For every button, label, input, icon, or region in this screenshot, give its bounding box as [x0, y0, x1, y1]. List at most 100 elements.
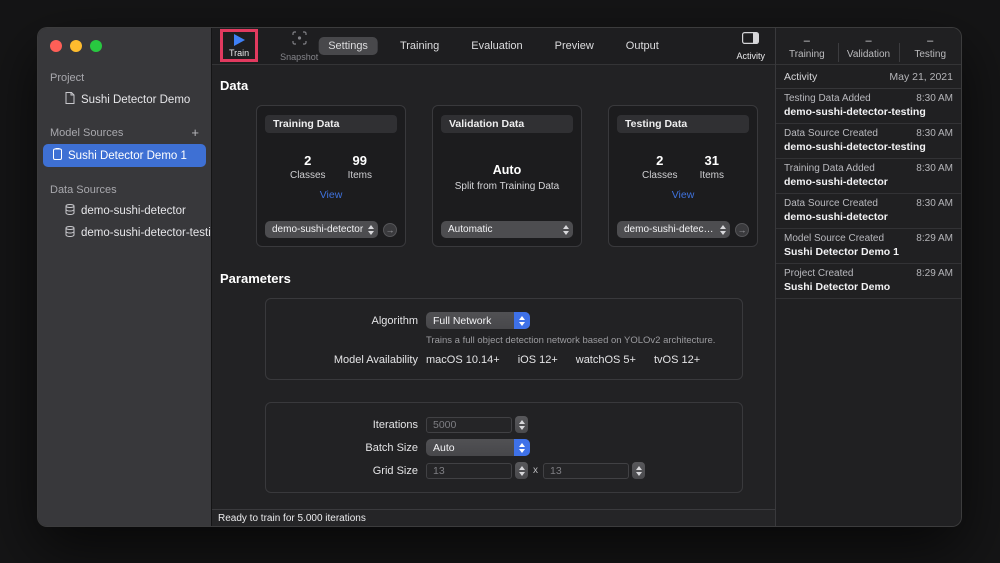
- iterations-stepper[interactable]: [515, 416, 528, 433]
- iterations-input[interactable]: 5000: [426, 417, 512, 433]
- open-training-source-button[interactable]: →: [383, 223, 397, 237]
- model-availability-label: Model Availability: [266, 354, 418, 366]
- grid-size-height-stepper[interactable]: [632, 462, 645, 479]
- open-testing-source-button[interactable]: →: [735, 223, 749, 237]
- sidebar: Project Sushi Detector Demo Model Source…: [38, 28, 211, 526]
- stepper-chevrons-icon: [563, 225, 569, 235]
- grid-size-width-input[interactable]: 13: [426, 463, 512, 479]
- metric-training: – Training: [776, 35, 838, 60]
- activity-header-date: May 21, 2021: [889, 71, 953, 83]
- testing-classes-count: 2: [642, 153, 678, 168]
- training-data-dropdown[interactable]: demo-sushi-detector: [265, 221, 378, 238]
- validation-auto-value: Auto: [493, 163, 521, 177]
- training-view-link[interactable]: View: [320, 189, 343, 201]
- main-area: Train Snapshot Settings Training Evaluat…: [211, 28, 775, 526]
- batch-size-dropdown[interactable]: Auto: [426, 439, 530, 456]
- window-controls: [38, 28, 211, 66]
- batch-size-label: Batch Size: [266, 442, 418, 454]
- snapshot-button-label: Snapshot: [280, 52, 318, 62]
- grid-size-width-stepper[interactable]: [515, 462, 528, 479]
- testing-data-card-title: Testing Data: [617, 115, 749, 133]
- sidebar-item-data-source-testing[interactable]: demo-sushi-detector-testing: [43, 222, 206, 244]
- minimize-window-button[interactable]: [70, 40, 82, 52]
- validation-data-card: Validation Data Auto Split from Training…: [432, 105, 582, 247]
- tab-evaluation[interactable]: Evaluation: [461, 37, 532, 55]
- activity-item[interactable]: Data Source Created 8:30 AM demo-sushi-d…: [776, 194, 961, 229]
- activity-header: Activity May 21, 2021: [776, 65, 961, 89]
- testing-data-dropdown[interactable]: demo-sushi-detector-t...: [617, 221, 730, 238]
- metric-testing: – Testing: [899, 35, 961, 60]
- stepper-chevrons-icon: [514, 439, 530, 456]
- availability-tvos: tvOS 12+: [654, 354, 700, 366]
- algorithm-label: Algorithm: [266, 315, 418, 327]
- activity-item[interactable]: Training Data Added 8:30 AM demo-sushi-d…: [776, 159, 961, 194]
- testing-data-card: Testing Data 2 Classes 31 Items: [608, 105, 758, 247]
- sidebar-item-label: demo-sushi-detector: [81, 205, 186, 217]
- createml-window: Project Sushi Detector Demo Model Source…: [37, 27, 962, 527]
- activity-item[interactable]: Testing Data Added 8:30 AM demo-sushi-de…: [776, 89, 961, 124]
- sidebar-item-label: Sushi Detector Demo 1: [68, 150, 187, 162]
- model-sources-section-label: Model Sources +: [38, 121, 211, 143]
- metric-validation: – Validation: [838, 35, 900, 60]
- training-data-card-title: Training Data: [265, 115, 397, 133]
- toggle-activity-panel-button[interactable]: Activity: [736, 31, 765, 61]
- activity-item[interactable]: Project Created 8:29 AM Sushi Detector D…: [776, 264, 961, 299]
- validation-data-dropdown[interactable]: Automatic: [441, 221, 573, 238]
- sidebar-item-data-source-training[interactable]: demo-sushi-detector: [43, 200, 206, 222]
- parameters-section-heading: Parameters: [220, 271, 775, 286]
- data-section-heading: Data: [220, 78, 775, 93]
- training-items-count: 99: [348, 153, 372, 168]
- sidebar-item-label: Sushi Detector Demo: [81, 94, 190, 106]
- data-sources-section-label: Data Sources: [38, 178, 211, 200]
- red-annotation-box: Train: [220, 29, 258, 62]
- tab-settings[interactable]: Settings: [318, 37, 378, 55]
- tab-training[interactable]: Training: [390, 37, 449, 55]
- availability-ios: iOS 12+: [518, 354, 558, 366]
- algorithm-parameters-box: Algorithm Full Network Trains a full obj…: [265, 298, 743, 380]
- zoom-window-button[interactable]: [90, 40, 102, 52]
- training-data-card: Training Data 2 Classes 99 Items: [256, 105, 406, 247]
- validation-data-card-title: Validation Data: [441, 115, 573, 133]
- training-classes-count: 2: [290, 153, 326, 168]
- tab-bar: Settings Training Evaluation Preview Out…: [318, 37, 669, 55]
- close-window-button[interactable]: [50, 40, 62, 52]
- algorithm-dropdown[interactable]: Full Network: [426, 312, 530, 329]
- project-section-label: Project: [38, 66, 211, 88]
- activity-item[interactable]: Data Source Created 8:30 AM demo-sushi-d…: [776, 124, 961, 159]
- training-classes-label: Classes: [290, 170, 326, 181]
- stepper-chevrons-icon: [368, 225, 374, 235]
- play-icon: [234, 34, 245, 46]
- add-model-source-button[interactable]: +: [191, 128, 199, 138]
- data-cards: Training Data 2 Classes 99 Items: [256, 105, 775, 247]
- model-availability-values: macOS 10.14+ iOS 12+ watchOS 5+ tvOS 12+: [426, 354, 700, 366]
- toolbar: Train Snapshot Settings Training Evaluat…: [212, 28, 775, 65]
- testing-items-label: Items: [700, 170, 724, 181]
- grid-size-separator: x: [533, 465, 538, 476]
- activity-button-label: Activity: [736, 51, 765, 61]
- algorithm-hint-text: Trains a full object detection network b…: [426, 335, 742, 346]
- grid-size-height-input[interactable]: 13: [543, 463, 629, 479]
- status-bar: Ready to train for 5.000 iterations: [212, 509, 775, 526]
- tab-preview[interactable]: Preview: [545, 37, 604, 55]
- model-source-icon: [53, 148, 62, 163]
- testing-items-count: 31: [700, 153, 724, 168]
- activity-header-title: Activity: [784, 71, 817, 83]
- availability-macos: macOS 10.14+: [426, 354, 500, 366]
- grid-size-label: Grid Size: [266, 465, 418, 477]
- training-items-label: Items: [348, 170, 372, 181]
- database-icon: [65, 204, 75, 218]
- activity-item[interactable]: Model Source Created 8:29 AM Sushi Detec…: [776, 229, 961, 264]
- activity-panel: – Training – Validation – Testing Activi…: [775, 28, 961, 526]
- database-icon: [65, 226, 75, 240]
- tab-output[interactable]: Output: [616, 37, 669, 55]
- stepper-chevrons-icon: [720, 225, 726, 235]
- sidebar-item-model-source[interactable]: Sushi Detector Demo 1: [43, 144, 206, 167]
- iterations-label: Iterations: [266, 419, 418, 431]
- train-button[interactable]: Train: [229, 34, 249, 58]
- sidebar-item-project[interactable]: Sushi Detector Demo: [43, 88, 206, 111]
- testing-view-link[interactable]: View: [672, 189, 695, 201]
- testing-classes-label: Classes: [642, 170, 678, 181]
- training-parameters-box: Iterations 5000 Batch Size Auto Grid Siz…: [265, 402, 743, 493]
- snapshot-button[interactable]: Snapshot: [280, 31, 318, 62]
- snapshot-icon: [292, 31, 307, 50]
